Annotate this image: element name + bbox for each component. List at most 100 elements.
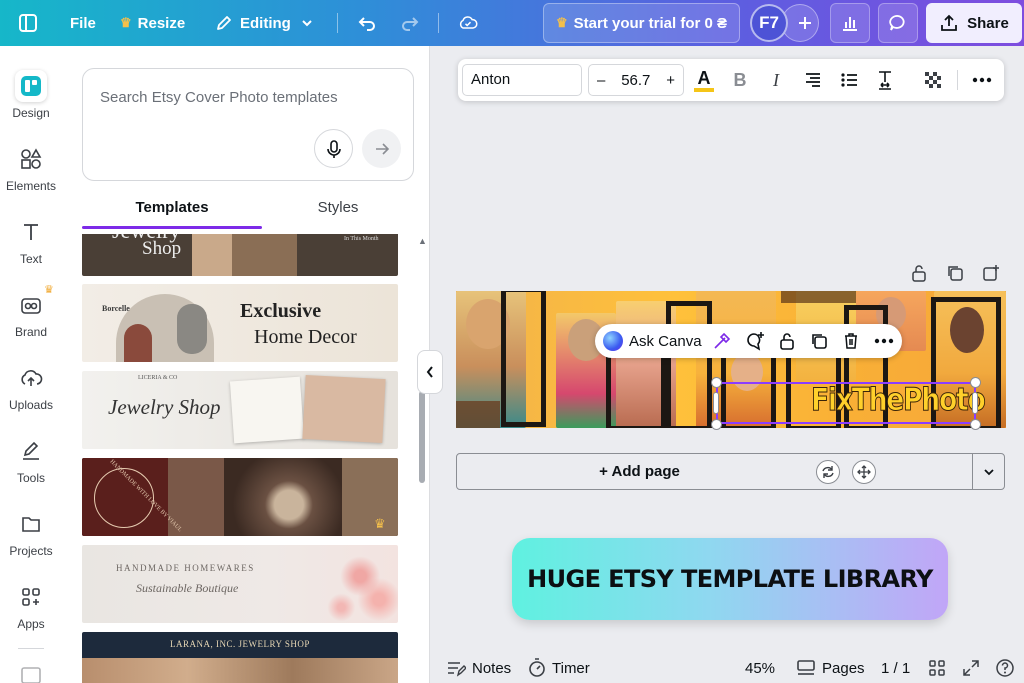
search-field[interactable]: Search Etsy Cover Photo templates [82,68,414,181]
chevron-down-icon [297,13,317,33]
add-page-options-button[interactable] [972,453,1005,490]
rail-item-apps[interactable]: Apps [0,581,62,647]
ask-canva-button[interactable]: Ask Canva [603,324,702,358]
bold-button[interactable]: B [725,65,755,95]
template-card[interactable]: HANDMADE HOMEWARES Sustainable Boutique [82,545,398,623]
crown-icon: ♛ [374,516,386,531]
duplicate-element-button[interactable] [807,329,831,353]
start-trial-button[interactable]: ♛ Start your trial for 0 ₴ [543,3,740,43]
trash-icon [845,333,857,349]
insights-button[interactable] [830,3,870,43]
scroll-up-icon[interactable]: ▲ [418,236,427,246]
template-vase [177,304,207,354]
move-icon [857,465,871,479]
increase-size-button[interactable]: + [666,72,675,89]
template-card[interactable]: HANDMADE WITH LOVE BY VIAUL ♛ [82,458,398,536]
active-tab-indicator [82,226,262,229]
plus-icon [799,17,811,29]
grid-view-button[interactable] [928,653,946,683]
font-family-select[interactable]: Anton [462,64,582,96]
undo-button[interactable] [357,0,377,46]
pages-button[interactable]: Pages [796,653,865,683]
rail-item-uploads[interactable]: Uploads [0,362,62,428]
save-status-button[interactable] [458,0,478,46]
duplicate-page-button[interactable] [946,264,964,282]
template-card[interactable]: Borcelle Exclusive Home Decor [82,284,398,362]
template-brand: LICERIA & CO [138,375,178,381]
text-color-icon: A [694,68,714,92]
search-submit-button[interactable] [362,129,401,168]
image-icon[interactable] [20,666,42,683]
resize-button[interactable]: ♛ Resize [120,0,185,46]
zoom-level[interactable]: 45% [745,653,775,683]
bold-icon: B [733,69,747,90]
delete-element-button[interactable] [839,329,863,353]
align-button[interactable] [798,65,828,95]
comment-icon [889,15,905,31]
lock-element-button[interactable] [775,329,799,353]
resize-handle[interactable] [711,377,722,388]
move-button[interactable] [852,460,876,484]
transparency-button[interactable] [918,65,948,95]
template-photo [229,376,305,444]
font-size-value[interactable]: 56.7 [621,72,650,89]
text-selection-box[interactable] [716,382,976,424]
tab-label: Templates [135,199,209,216]
rail-item-elements[interactable]: Elements [0,143,62,209]
promo-banner: HUGE ETSY TEMPLATE LIBRARY [512,538,948,620]
italic-button[interactable]: I [761,65,791,95]
design-frame [666,301,712,428]
folder-icon [15,508,47,540]
tab-templates[interactable]: Templates [82,196,262,230]
template-card[interactable]: LICERIA & CO Jewelry Shop [82,371,398,449]
voice-search-button[interactable] [314,129,353,168]
side-handle[interactable] [972,392,978,414]
search-input[interactable]: Search Etsy Cover Photo templates [100,89,338,106]
panel-tabs: Templates Styles [82,196,414,230]
comments-button[interactable] [878,3,918,43]
list-button[interactable] [834,65,864,95]
timer-button[interactable]: Timer [528,653,590,683]
rail-item-brand[interactable]: ♛ Brand [0,284,62,355]
pages-icon [797,660,815,675]
resize-handle[interactable] [970,377,981,388]
scrollbar-thumb[interactable] [419,391,425,483]
template-card[interactable]: Jewelry Shop In This Month [82,234,398,276]
editing-mode-button[interactable]: Editing [214,0,317,46]
help-button[interactable] [995,653,1015,683]
spacing-button[interactable] [870,65,900,95]
resize-handle[interactable] [711,419,722,430]
rail-item-projects[interactable]: Projects [0,508,62,574]
sidebar-toggle-button[interactable] [18,0,38,46]
template-card[interactable]: LARANA, INC. JEWELRY SHOP [82,632,398,683]
share-button[interactable]: Share [926,3,1022,43]
avatar[interactable]: F7 [750,4,788,42]
more-element-options-button[interactable] [872,329,896,353]
more-options-button[interactable] [967,65,997,95]
notes-button[interactable]: Notes [446,653,511,683]
redo-button[interactable] [400,0,420,46]
fullscreen-button[interactable] [962,653,980,683]
template-title: LARANA, INC. JEWELRY SHOP [170,639,310,649]
add-page-icon-button[interactable] [982,264,1000,282]
rail-item-design[interactable]: Design [0,70,62,136]
shapes-icon [15,143,47,175]
resize-handle[interactable] [970,419,981,430]
file-menu[interactable]: File [70,0,96,46]
panel-scrollbar[interactable]: ▲ [418,236,427,683]
decrease-size-button[interactable]: – [597,72,605,89]
side-handle[interactable] [713,392,719,414]
lock-page-button[interactable] [910,264,928,282]
font-size-stepper[interactable]: – 56.7 + [588,64,684,96]
collapse-panel-button[interactable] [417,350,443,394]
refresh-button[interactable] [816,460,840,484]
add-page-button[interactable]: + Add page [456,453,973,490]
text-color-button[interactable]: A [689,65,719,95]
rail-item-tools[interactable]: Tools [0,435,62,501]
help-icon [996,659,1014,677]
tab-styles[interactable]: Styles [248,196,428,230]
rail-item-text[interactable]: Text [0,216,62,282]
design-icon [15,70,47,102]
add-comment-button[interactable] [743,329,767,353]
magic-edit-button[interactable] [710,329,734,353]
